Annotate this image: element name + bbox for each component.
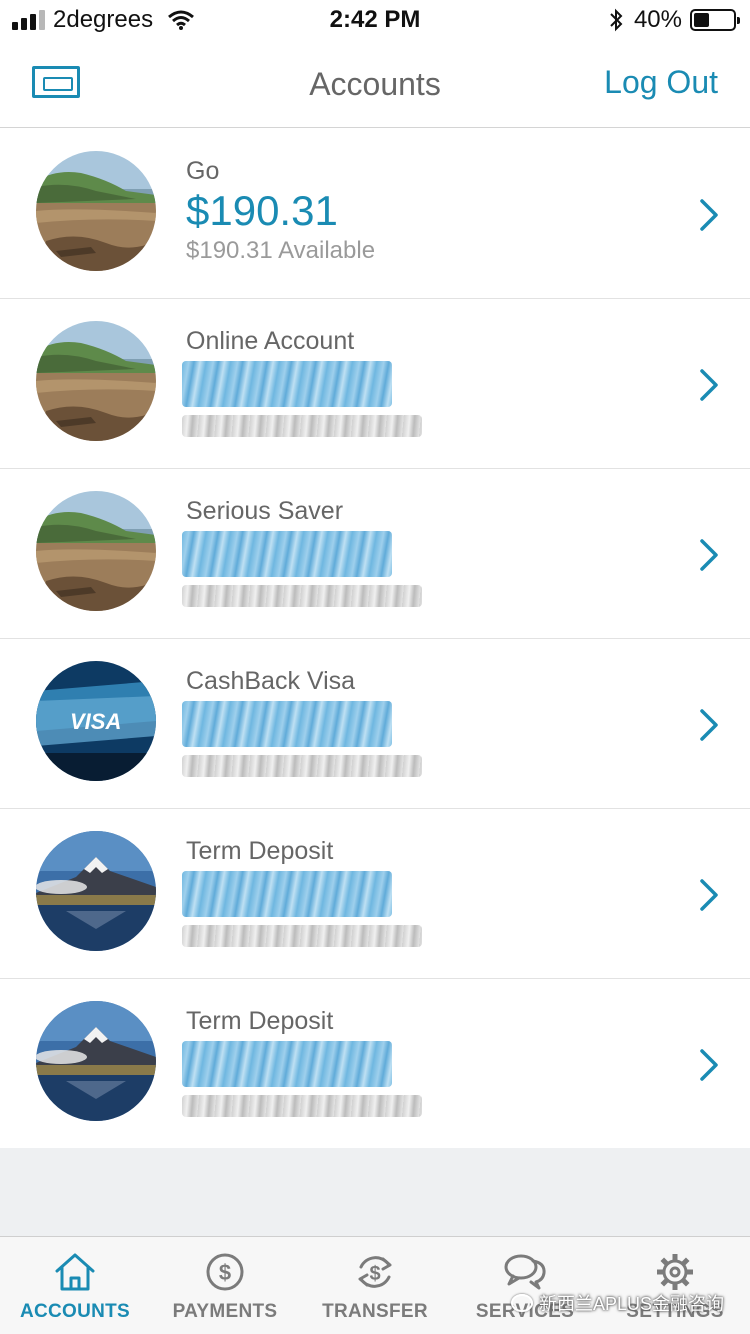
chat-bubbles-icon (503, 1251, 547, 1293)
status-bar: 2degrees 2:42 PM 40% (0, 0, 750, 40)
tab-settings[interactable]: SETTINGS (600, 1237, 750, 1334)
account-image: VISA (36, 661, 156, 781)
tab-label: PAYMENTS (172, 1301, 278, 1322)
chevron-right-icon (696, 875, 722, 915)
home-icon (53, 1251, 97, 1293)
redacted-available (182, 755, 422, 777)
list-empty-area (0, 1148, 750, 1236)
battery-icon (690, 9, 740, 31)
chevron-right-icon (696, 535, 722, 575)
account-name: Serious Saver (186, 497, 344, 525)
battery-level (694, 13, 709, 27)
account-image (36, 1001, 156, 1121)
svg-text:$: $ (369, 1263, 380, 1285)
account-name: Term Deposit (186, 837, 334, 865)
redacted-available (182, 1095, 422, 1117)
tab-accounts[interactable]: ACCOUNTS (0, 1237, 150, 1334)
account-image (36, 321, 156, 441)
dollar-circle-icon: $ (203, 1251, 247, 1293)
logout-button[interactable]: Log Out (604, 64, 718, 101)
tab-transfer[interactable]: $ TRANSFER (300, 1237, 450, 1334)
watermark-text: 新西兰APLUS金融咨询 (538, 1294, 724, 1314)
tab-bar: ACCOUNTS $ PAYMENTS $ TRANSFER SERVICES SETTIN… (0, 1236, 750, 1334)
tab-label: TRANSFER (322, 1301, 428, 1322)
account-row[interactable]: Term Deposit (0, 809, 750, 979)
account-name: Go (186, 157, 220, 185)
nav-bar: Accounts Log Out (0, 40, 750, 128)
redacted-available (182, 415, 422, 437)
tab-payments[interactable]: $ PAYMENTS (150, 1237, 300, 1334)
status-right: 40% (608, 6, 740, 34)
redacted-available (182, 925, 422, 947)
redacted-balance (182, 361, 392, 407)
redacted-balance (182, 1041, 392, 1087)
tab-services[interactable]: SERVICES (450, 1237, 600, 1334)
chevron-right-icon (696, 1045, 722, 1085)
account-name: Online Account (186, 327, 355, 355)
chevron-right-icon (696, 705, 722, 745)
redacted-balance (182, 701, 392, 747)
account-image (36, 831, 156, 951)
redacted-balance (182, 871, 392, 917)
account-row[interactable]: Online Account (0, 299, 750, 469)
watermark: 新西兰APLUS金融咨询 (510, 1290, 724, 1316)
wechat-icon (510, 1294, 533, 1312)
tab-label: ACCOUNTS (19, 1301, 131, 1322)
battery-percent: 40% (633, 6, 682, 33)
gear-icon (653, 1251, 697, 1293)
redacted-available (182, 585, 422, 607)
account-image (36, 491, 156, 611)
account-image (36, 151, 156, 271)
chevron-right-icon (696, 365, 722, 405)
account-row[interactable]: Go $190.31 $190.31 Available (0, 129, 750, 299)
bluetooth-icon (610, 8, 623, 32)
chevron-right-icon (696, 195, 722, 235)
svg-text:$: $ (219, 1260, 231, 1285)
account-row[interactable]: Serious Saver (0, 469, 750, 639)
redacted-balance (182, 531, 392, 577)
account-name: CashBack Visa (186, 667, 356, 695)
visa-label: VISA (70, 709, 121, 734)
account-row[interactable]: Term Deposit (0, 979, 750, 1149)
account-name: Term Deposit (186, 1007, 334, 1035)
account-row[interactable]: VISA CashBack Visa (0, 639, 750, 809)
account-list: Go $190.31 $190.31 Available Online Account… (0, 129, 750, 1149)
account-available: $190.31 Available (186, 237, 376, 264)
transfer-icon: $ (353, 1251, 397, 1293)
account-balance: $190.31 (186, 187, 338, 234)
